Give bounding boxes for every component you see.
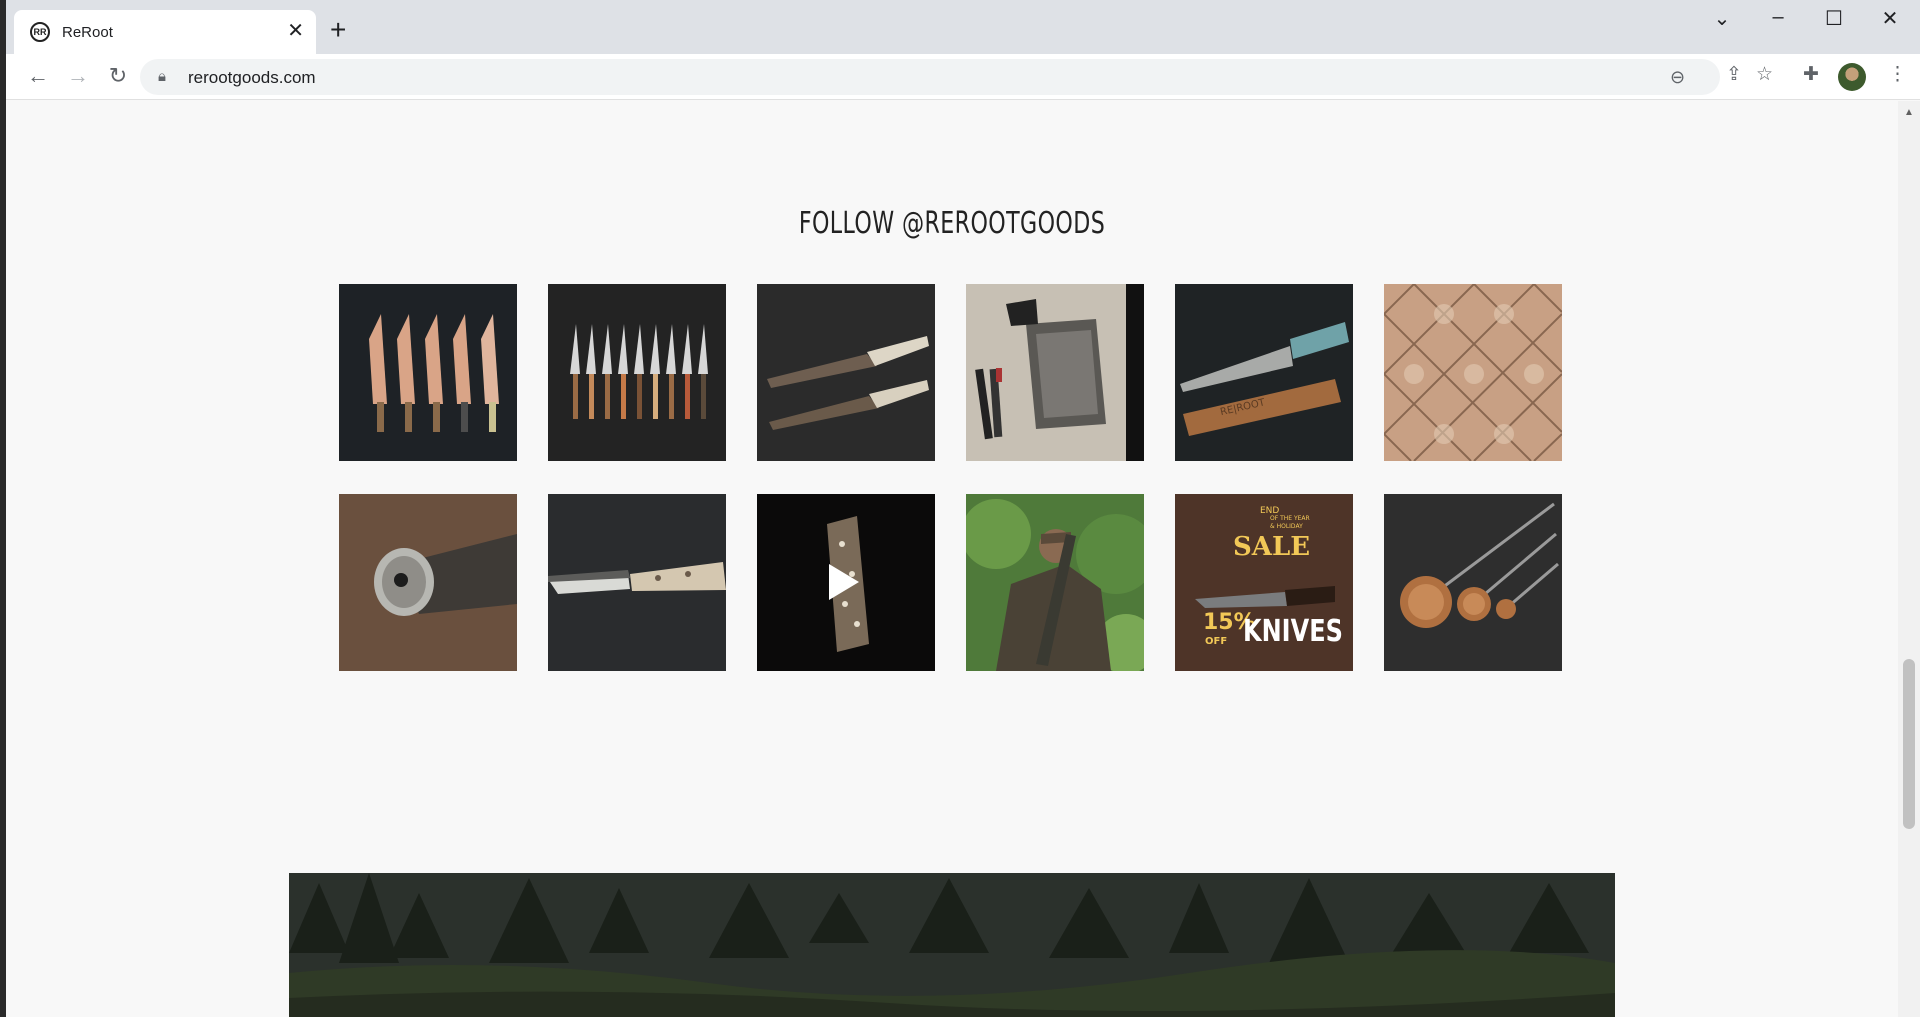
lock-icon: 🔒︎ (158, 68, 166, 85)
instagram-post-12[interactable] (1384, 494, 1562, 671)
instagram-post-10[interactable] (966, 494, 1144, 671)
arrow-left-icon[interactable]: ← (23, 62, 53, 90)
forest-man-photo (966, 494, 1144, 671)
copper-ladles-photo (1384, 494, 1562, 671)
scroll-up-arrow-icon[interactable]: ▲ (1904, 107, 1914, 118)
reroot-logo-icon: RR (30, 22, 50, 42)
zoom-out-icon[interactable]: ⊖ (1670, 67, 1685, 88)
instagram-feed-grid: RE|ROOT END OF THE YEAR & HOLIDAY SALE 1… (339, 284, 1571, 671)
avatar[interactable] (1838, 63, 1866, 91)
forest-banner-image (289, 873, 1615, 1017)
address-bar[interactable]: 🔒︎ rerootgoods.com ⊖ (140, 59, 1720, 95)
share-icon[interactable]: ⇪ (1726, 63, 1742, 86)
chevron-down-icon[interactable]: ⌄ (1702, 6, 1742, 31)
forest-landscape-photo (289, 873, 1615, 1017)
minimize-icon[interactable]: – (1758, 6, 1798, 29)
browser-toolbar: ← → ↻ 🔒︎ rerootgoods.com ⊖ ⇪ ☆ ✚ ⋮ (6, 54, 1920, 100)
instagram-post-2[interactable] (548, 284, 726, 461)
instagram-post-6[interactable] (1384, 284, 1562, 461)
antler-knife-photo (548, 494, 726, 671)
tab-strip: RR ReRoot ✕ + ⌄ – ☐ ✕ (6, 0, 1920, 54)
url-text[interactable]: rerootgoods.com (188, 68, 316, 88)
sale-knives: KNIVES (1243, 614, 1343, 649)
knives-photo (339, 284, 517, 461)
instagram-section-heading: FOLLOW @REROOTGOODS (798, 206, 1106, 241)
instagram-post-3[interactable] (757, 284, 935, 461)
pommel-closeup-photo (339, 494, 517, 671)
play-icon[interactable] (829, 564, 859, 600)
sale-title: SALE (1233, 532, 1311, 562)
instagram-post-9[interactable] (757, 494, 935, 671)
instagram-post-8[interactable] (548, 494, 726, 671)
kitchen-knife-photo: RE|ROOT (1175, 284, 1353, 461)
instagram-post-5[interactable]: RE|ROOT (1175, 284, 1353, 461)
puzzle-icon[interactable]: ✚ (1803, 63, 1819, 86)
star-icon[interactable]: ☆ (1756, 63, 1773, 86)
instagram-post-4[interactable] (966, 284, 1144, 461)
instagram-post-7[interactable] (339, 494, 517, 671)
instagram-post-11[interactable]: END OF THE YEAR & HOLIDAY SALE 15% OFF K… (1175, 494, 1353, 671)
browser-window: RR ReRoot ✕ + ⌄ – ☐ ✕ ← → ↻ 🔒︎ rerootgoo… (6, 0, 1920, 1017)
kebab-menu-icon[interactable]: ⋮ (1888, 63, 1907, 86)
end-grain-wood-photo (1384, 284, 1562, 461)
knives-photo (548, 284, 726, 461)
maximize-icon[interactable]: ☐ (1814, 6, 1854, 31)
tab-reroot[interactable]: RR ReRoot ✕ (14, 10, 316, 54)
page-scrollbar[interactable]: ▲ (1898, 101, 1920, 1017)
reload-icon[interactable]: ↻ (103, 62, 133, 90)
knives-photo (757, 284, 935, 461)
arrow-right-icon[interactable]: → (63, 62, 93, 90)
close-icon[interactable]: ✕ (287, 20, 304, 42)
tab-title: ReRoot (62, 23, 113, 41)
page-content: FOLLOW @REROOTGOODS RE|ROOT END OF THE Y… (6, 101, 1898, 1017)
window-close-icon[interactable]: ✕ (1870, 6, 1910, 31)
sale-off: OFF (1205, 636, 1228, 647)
plus-icon[interactable]: + (330, 16, 346, 44)
fossil-drawing-photo (966, 284, 1144, 461)
scrollbar-thumb[interactable] (1903, 659, 1915, 829)
sale-text-year: OF THE YEAR (1270, 515, 1310, 522)
sale-text-holiday: & HOLIDAY (1270, 523, 1303, 530)
instagram-post-1[interactable] (339, 284, 517, 461)
